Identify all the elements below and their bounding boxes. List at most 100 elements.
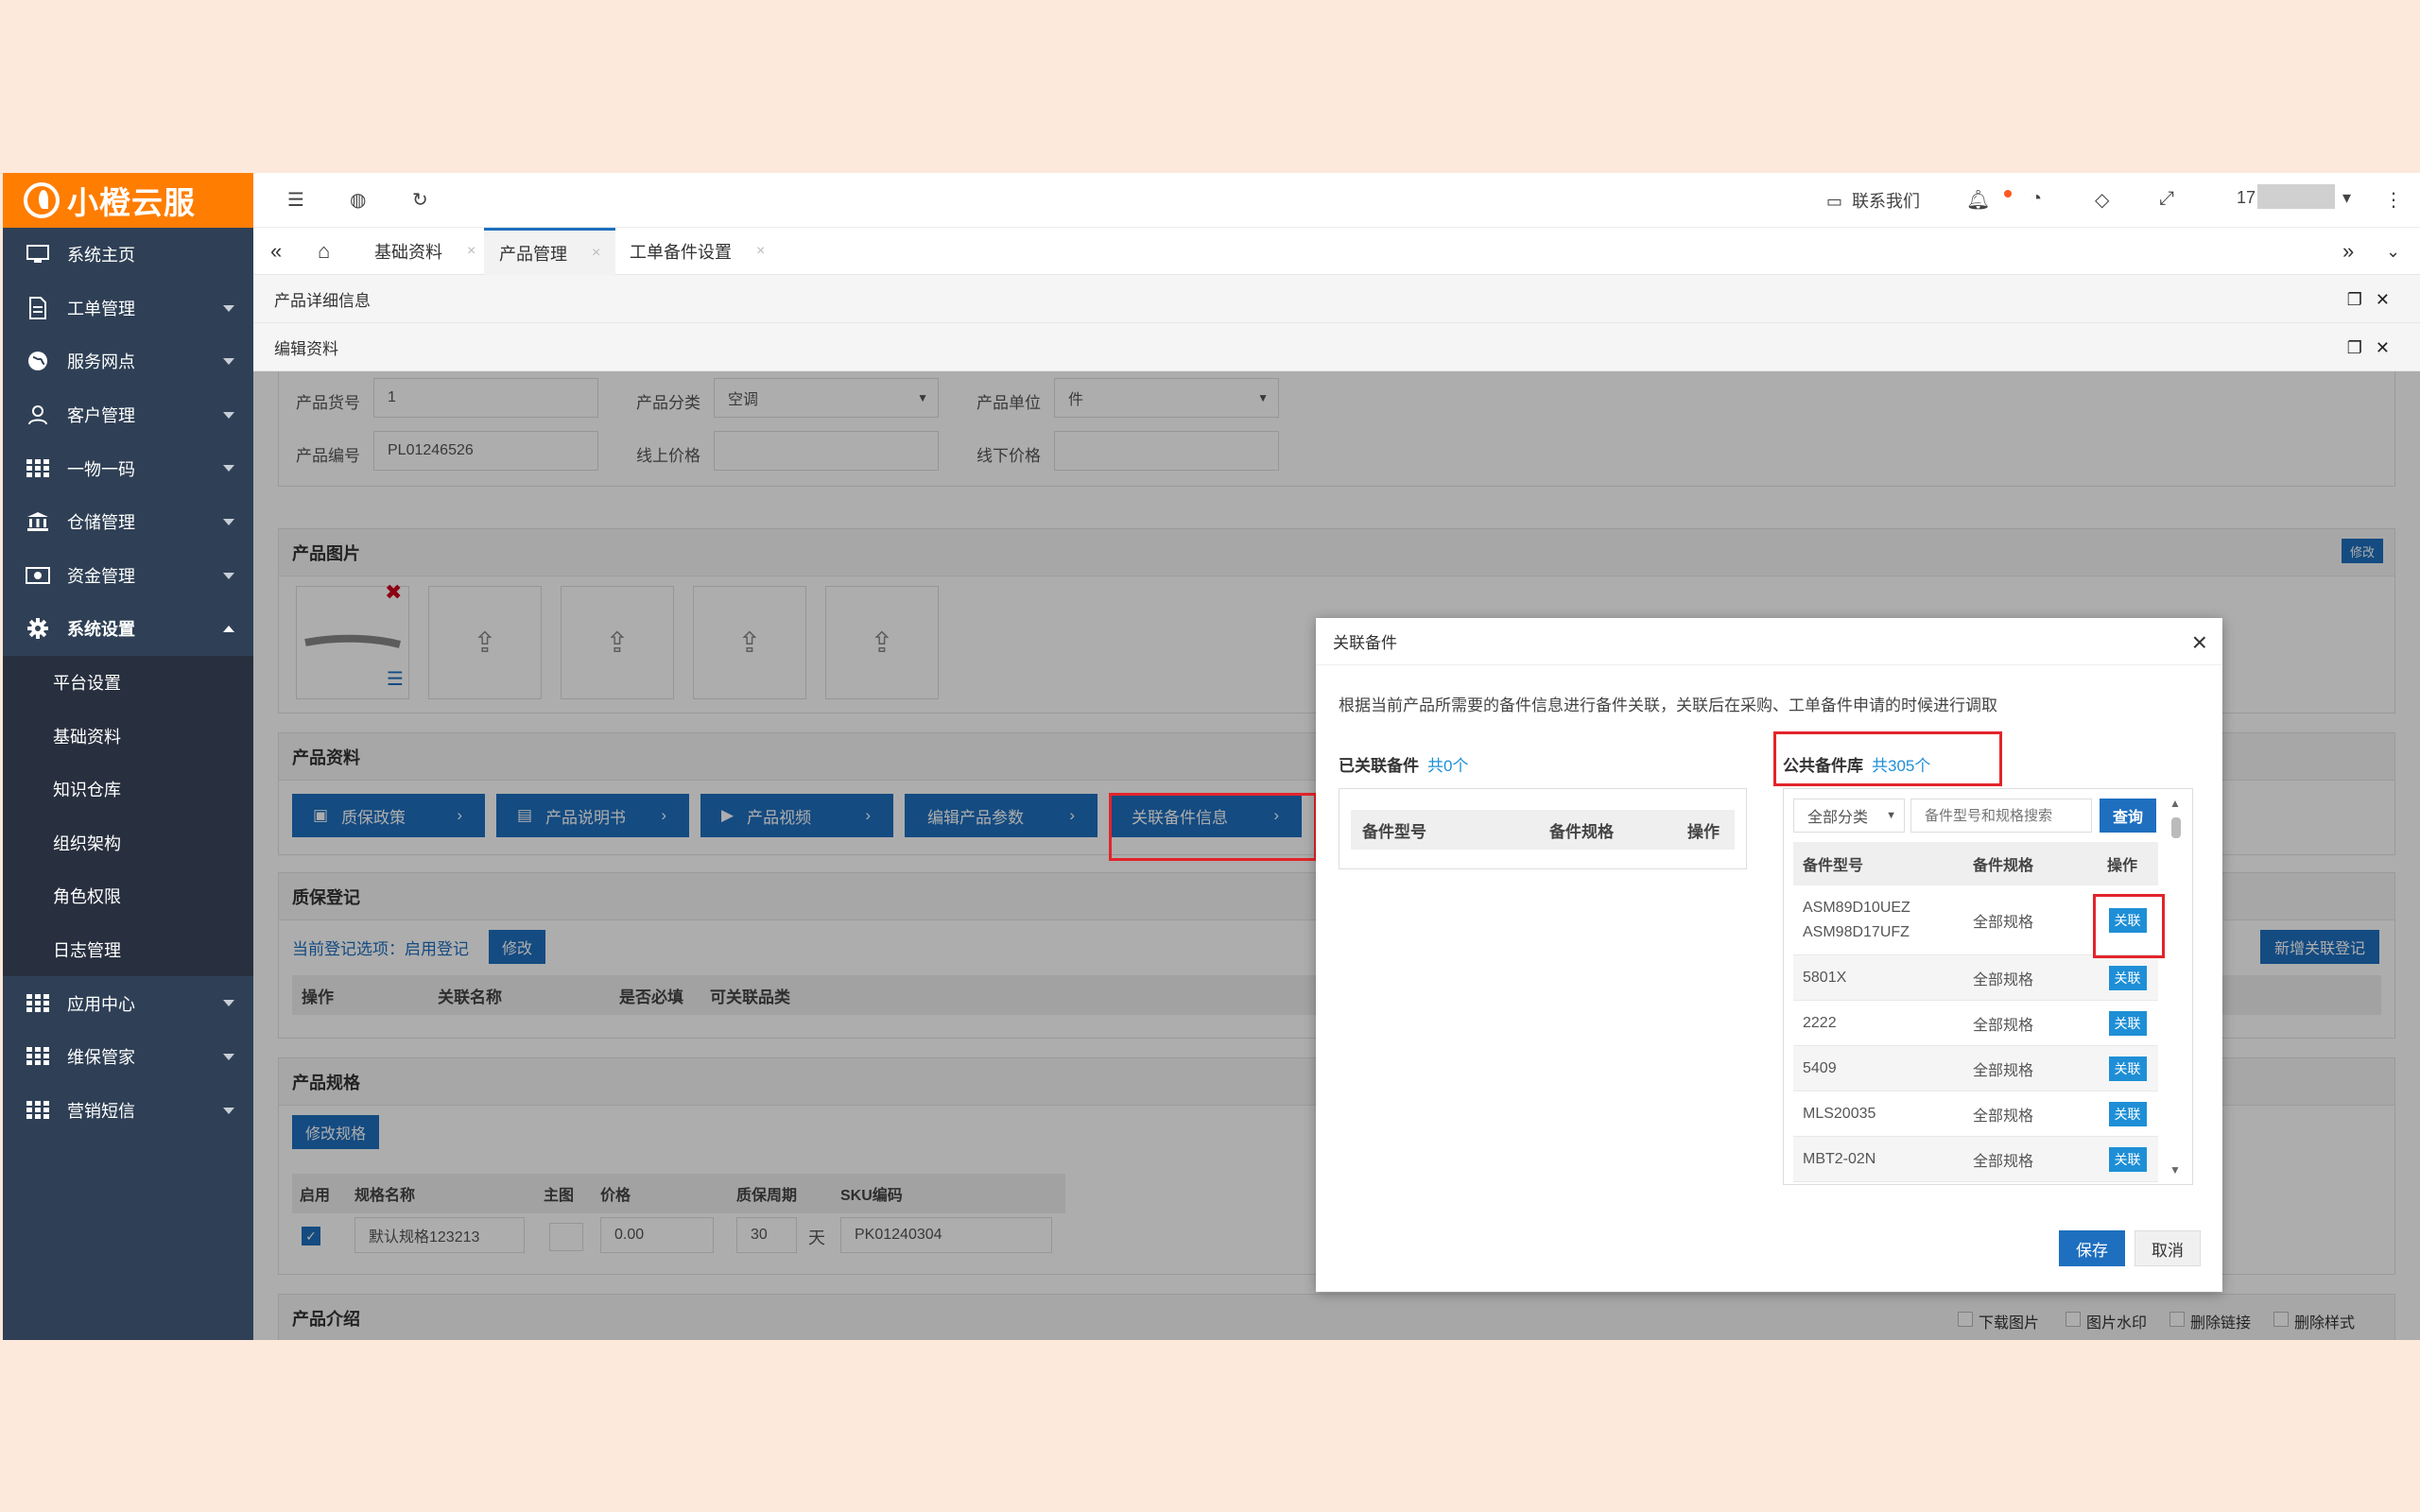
- chevron-down-icon: [223, 465, 234, 472]
- close-icon[interactable]: ×: [592, 245, 600, 262]
- modal-description: 根据当前产品所需要的备件信息进行备件关联，关联后在采购、工单备件申请的时候进行调…: [1339, 696, 1997, 714]
- refresh-icon[interactable]: ↻: [412, 188, 428, 212]
- logo: 小橙云服: [3, 173, 253, 228]
- tabs-menu-icon[interactable]: ⌄: [2386, 228, 2400, 275]
- grid-icon: [26, 992, 50, 1015]
- chevron-down-icon: [223, 1107, 234, 1114]
- sidebar-item-workorder[interactable]: 工单管理: [3, 282, 253, 335]
- panel-controls[interactable]: ❐✕: [2347, 290, 2403, 310]
- chevron-down-icon: [223, 518, 234, 525]
- parts-search-input[interactable]: [1910, 799, 2092, 833]
- home-tab-icon[interactable]: ⌂: [318, 228, 330, 275]
- submenu-item-org[interactable]: 组织架构: [3, 816, 253, 870]
- public-table-header: 备件型号 备件规格 操作: [1793, 842, 2158, 885]
- tab-product-management[interactable]: 产品管理 ×: [484, 228, 616, 275]
- link-part-button[interactable]: 关联: [2108, 965, 2147, 990]
- tag-icon[interactable]: ◇: [2095, 188, 2109, 212]
- scroll-up-icon[interactable]: ▲: [2169, 797, 2181, 810]
- chevron-down-icon: [223, 411, 234, 419]
- sidebar-item-funds[interactable]: 资金管理: [3, 549, 253, 603]
- link-part-button[interactable]: 关联: [2108, 1010, 2147, 1036]
- sidebar: 小橙云服 系统主页 工单管理 服务网点 客户管理 一物一码 仓储管理 资金管理 …: [3, 173, 253, 1340]
- linked-parts-count: 共0个: [1427, 757, 1469, 775]
- query-button[interactable]: 查询: [2100, 799, 2156, 833]
- close-icon[interactable]: ×: [756, 243, 765, 260]
- document-icon: [26, 296, 50, 319]
- chevron-down-icon: ▾: [2342, 188, 2352, 207]
- link-part-button[interactable]: 关联: [2108, 1101, 2147, 1126]
- highlight-box: [1773, 731, 2002, 786]
- tab-workorder-parts[interactable]: 工单备件设置 ×: [614, 228, 780, 275]
- bell-icon[interactable]: 🔔︎: [1966, 188, 1990, 212]
- redacted-username: [2257, 184, 2335, 209]
- submenu-item-roles[interactable]: 角色权限: [3, 869, 253, 923]
- more-icon[interactable]: ⋮: [2384, 188, 2403, 212]
- submenu-item-logs[interactable]: 日志管理: [3, 923, 253, 977]
- contact-us-button[interactable]: ▭ 联系我们: [1826, 188, 1920, 213]
- linked-table-header: 备件型号 备件规格 操作: [1351, 810, 1735, 850]
- linked-parts-table: 备件型号 备件规格 操作: [1339, 788, 1747, 869]
- highlight-box: [1109, 793, 1317, 861]
- panel-controls[interactable]: ❐✕: [2347, 338, 2403, 358]
- modal-header: 关联备件 ×: [1316, 618, 2222, 665]
- tab-bar: « ⌂ 基础资料 × 产品管理 × 工单备件设置 × » ⌄: [253, 228, 2420, 275]
- submenu-item-basic[interactable]: 基础资料: [3, 709, 253, 763]
- sidebar-item-home[interactable]: 系统主页: [3, 228, 253, 282]
- user-menu[interactable]: 17 ▾: [2237, 184, 2351, 209]
- notification-dot: [2004, 190, 2012, 198]
- link-part-button[interactable]: 关联: [2108, 1146, 2147, 1172]
- chevron-up-icon: [223, 626, 234, 633]
- link-parts-modal: 关联备件 × 根据当前产品所需要的备件信息进行备件关联，关联后在采购、工单备件申请…: [1316, 618, 2222, 1292]
- logo-icon: [24, 182, 60, 218]
- tab-basic-info[interactable]: 基础资料 ×: [359, 228, 491, 275]
- sidebar-item-sms[interactable]: 营销短信: [3, 1084, 253, 1138]
- sidebar-item-outlets[interactable]: 服务网点: [3, 335, 253, 388]
- chat-icon: ▭: [1826, 192, 1843, 211]
- sidebar-item-customers[interactable]: 客户管理: [3, 388, 253, 442]
- public-parts-panel: 全部分类▼ 查询 备件型号 备件规格 操作 ASM89D10UEZ ASM98D…: [1783, 788, 2193, 1185]
- palette-icon[interactable]: ◔: [2031, 188, 2042, 210]
- grid-icon: [26, 1045, 50, 1068]
- edit-panel-header: 编辑资料 ❐✕: [253, 323, 2420, 371]
- grid-icon: [26, 457, 50, 480]
- scrollbar-thumb[interactable]: [2171, 817, 2181, 838]
- submenu-item-platform[interactable]: 平台设置: [3, 656, 253, 710]
- chevron-down-icon: [223, 304, 234, 312]
- sidebar-item-settings[interactable]: 系统设置: [3, 602, 253, 656]
- menu-toggle-icon[interactable]: ☰: [287, 188, 304, 212]
- tabs-scroll-right-icon[interactable]: »: [2342, 228, 2354, 275]
- tabs-scroll-left-icon[interactable]: «: [270, 228, 282, 275]
- table-row: 5409 全部规格 关联: [1793, 1046, 2158, 1091]
- sidebar-item-apps[interactable]: 应用中心: [3, 976, 253, 1030]
- sidebar-item-qrcode[interactable]: 一物一码: [3, 441, 253, 495]
- link-part-button[interactable]: 关联: [2108, 1056, 2147, 1081]
- chevron-down-icon: ▼: [1886, 810, 1896, 821]
- fullscreen-icon[interactable]: ⤢: [2159, 188, 2174, 210]
- save-button[interactable]: 保存: [2059, 1230, 2125, 1266]
- sidebar-item-maintenance[interactable]: 维保管家: [3, 1030, 253, 1084]
- chevron-down-icon: [223, 358, 234, 366]
- cancel-button[interactable]: 取消: [2135, 1230, 2201, 1266]
- settings-submenu: 平台设置 基础资料 知识仓库 组织架构 角色权限 日志管理: [3, 655, 253, 977]
- chevron-down-icon: [223, 1053, 234, 1060]
- scroll-down-icon[interactable]: ▼: [2169, 1163, 2181, 1177]
- gear-icon: [26, 617, 50, 640]
- highlight-box: [2093, 894, 2165, 958]
- bank-icon: [26, 510, 50, 533]
- table-row: 2222 全部规格 关联: [1793, 1001, 2158, 1046]
- category-filter-select[interactable]: 全部分类 ▼: [1793, 799, 1905, 833]
- sidebar-item-warehouse[interactable]: 仓储管理: [3, 495, 253, 549]
- linked-parts-title: 已关联备件: [1339, 757, 1419, 775]
- globe-icon[interactable]: ◍: [350, 188, 366, 212]
- submenu-item-knowledge[interactable]: 知识仓库: [3, 763, 253, 816]
- close-icon[interactable]: ×: [467, 243, 475, 260]
- top-bar: ☰ ◍ ↻ ▭ 联系我们 🔔︎ ◔ ◇ ⤢ 17 ▾ ⋮: [253, 173, 2420, 228]
- chevron-down-icon: [223, 1000, 234, 1007]
- monitor-icon: [26, 243, 50, 266]
- globe-icon: [26, 350, 50, 372]
- table-row: MLS20035 全部规格 关联: [1793, 1091, 2158, 1137]
- chevron-down-icon: [223, 572, 234, 579]
- money-icon: [26, 564, 50, 587]
- close-icon[interactable]: ×: [2192, 627, 2207, 658]
- table-row: MBT2-02N 全部规格 关联: [1793, 1137, 2158, 1182]
